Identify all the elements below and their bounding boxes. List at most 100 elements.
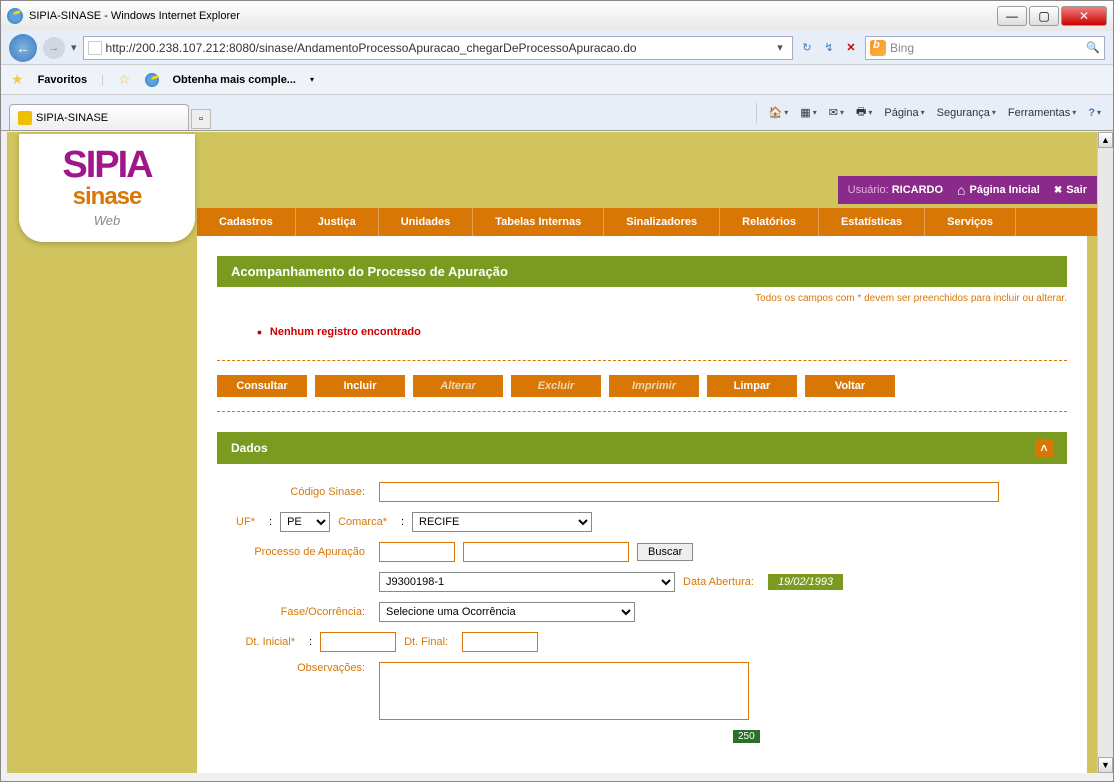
suggested-sites-link[interactable]: Obtenha mais comple...: [173, 74, 296, 86]
collapse-icon[interactable]: ˄: [1035, 439, 1053, 457]
maximize-button[interactable]: ▢: [1029, 6, 1059, 26]
processo-label: Processo de Apuração: [231, 546, 371, 558]
refresh-button[interactable]: ↻: [799, 40, 815, 56]
logo-line2: sinase: [73, 183, 142, 211]
processo-input-1[interactable]: [379, 542, 455, 562]
fase-select[interactable]: Selecione uma Ocorrência: [379, 602, 635, 622]
buscar-button[interactable]: Buscar: [637, 543, 693, 561]
dt-final-input[interactable]: [462, 632, 538, 652]
menu-justica[interactable]: Justiça: [296, 208, 379, 236]
codigo-input[interactable]: [379, 482, 999, 502]
window-titlebar: SIPIA-SINASE - Windows Internet Explorer…: [1, 1, 1113, 31]
page-title: Acompanhamento do Processo de Apuração: [217, 256, 1067, 287]
uf-label: UF: [231, 516, 261, 528]
favorites-star-icon[interactable]: ★: [11, 71, 24, 88]
tab-title: SIPIA-SINASE: [36, 112, 108, 124]
tools-tool[interactable]: Ferramentas▾: [1004, 107, 1080, 119]
form-body: Código Sinase: UF: PE Comarca: RECIFE Pr…: [217, 464, 1067, 761]
mail-tool[interactable]: ✉▾: [825, 106, 848, 119]
limpar-button[interactable]: Limpar: [707, 375, 797, 397]
window-title: SIPIA-SINASE - Windows Internet Explorer: [29, 10, 240, 22]
logo-line3: Web: [94, 213, 121, 228]
scroll-up-button[interactable]: ▲: [1098, 132, 1113, 148]
search-engine-label: Bing: [890, 41, 914, 55]
search-button[interactable]: 🔍: [1086, 41, 1100, 54]
menu-estatisticas[interactable]: Estatísticas: [819, 208, 925, 236]
suggested-star-icon: ☆: [118, 71, 131, 88]
user-name: RICARDO: [892, 184, 943, 196]
data-abertura-label: Data Abertura:: [683, 576, 760, 588]
dt-inicial-label: Dt. Inicial: [231, 636, 301, 648]
consultar-button[interactable]: Consultar: [217, 375, 307, 397]
scroll-down-button[interactable]: ▼: [1098, 757, 1113, 773]
bing-icon: [870, 40, 886, 56]
user-label: Usuário:: [848, 184, 889, 196]
new-tab-button[interactable]: ▫: [191, 109, 211, 129]
suggested-ie-icon: [145, 73, 159, 87]
browser-tab[interactable]: SIPIA-SINASE: [9, 104, 189, 130]
close-button[interactable]: ✕: [1061, 6, 1107, 26]
compat-button[interactable]: ↯: [821, 40, 837, 56]
imprimir-button[interactable]: Imprimir: [609, 375, 699, 397]
stop-button[interactable]: ✕: [843, 40, 859, 56]
nav-bar: ← → ▾ ▾ ↻ ↯ ✕ Bing 🔍: [1, 31, 1113, 65]
voltar-button[interactable]: Voltar: [805, 375, 895, 397]
forward-button[interactable]: →: [43, 37, 65, 59]
home-tool[interactable]: 🏠▾: [765, 106, 793, 119]
section-title: Dados: [231, 441, 268, 455]
minimize-button[interactable]: —: [997, 6, 1027, 26]
exit-link[interactable]: Sair: [1054, 184, 1087, 196]
error-message: Nenhum registro encontrado: [257, 324, 1067, 340]
excluir-button[interactable]: Excluir: [511, 375, 601, 397]
app-logo: SIPIA sinase Web: [19, 134, 195, 242]
section-header: Dados ˄: [217, 432, 1067, 464]
nav-dropdown-icon[interactable]: ▾: [71, 41, 77, 54]
help-icon: ?: [1088, 107, 1095, 119]
data-abertura-value: 19/02/1993: [768, 574, 843, 590]
search-bar: Bing 🔍: [865, 36, 1105, 60]
feeds-tool[interactable]: ▦▾: [796, 106, 820, 119]
help-tool[interactable]: ?▾: [1084, 107, 1105, 119]
rss-icon: ▦: [800, 106, 810, 119]
comarca-select[interactable]: RECIFE: [412, 512, 592, 532]
required-note: Todos os campos com * devem ser preenchi…: [217, 293, 1067, 304]
page-tool[interactable]: Página▾: [880, 107, 928, 119]
dt-inicial-input[interactable]: [320, 632, 396, 652]
security-tool[interactable]: Segurança▾: [933, 107, 1000, 119]
obs-textarea[interactable]: [379, 662, 749, 720]
tab-bar: SIPIA-SINASE ▫ 🏠▾ ▦▾ ✉▾ 🖶▾ Página▾ Segur…: [1, 95, 1113, 131]
main-menu: Cadastros Justiça Unidades Tabelas Inter…: [197, 208, 1097, 236]
menu-servicos[interactable]: Serviços: [925, 208, 1016, 236]
user-bar: Usuário: RICARDO Página Inicial Sair: [838, 176, 1097, 204]
menu-unidades[interactable]: Unidades: [379, 208, 474, 236]
menu-tabelas[interactable]: Tabelas Internas: [473, 208, 604, 236]
button-bar: Consultar Incluir Alterar Excluir Imprim…: [217, 375, 1067, 397]
uf-select[interactable]: PE: [280, 512, 330, 532]
home-link[interactable]: Página Inicial: [957, 182, 1040, 198]
menu-cadastros[interactable]: Cadastros: [197, 208, 296, 236]
print-tool[interactable]: 🖶▾: [852, 103, 876, 122]
codigo-label: Código Sinase:: [231, 486, 371, 498]
tab-favicon: [18, 111, 32, 125]
back-button[interactable]: ←: [9, 34, 37, 62]
comarca-label: Comarca: [338, 516, 393, 528]
divider: [217, 411, 1067, 412]
mail-icon: ✉: [829, 106, 838, 119]
page-icon: [88, 41, 102, 55]
processo-input-2[interactable]: [463, 542, 629, 562]
menu-relatorios[interactable]: Relatórios: [720, 208, 819, 236]
url-input[interactable]: [106, 41, 768, 55]
favorites-bar: ★ Favoritos | ☆ Obtenha mais comple... ▾: [1, 65, 1113, 95]
menu-sinalizadores[interactable]: Sinalizadores: [604, 208, 720, 236]
fase-label: Fase/Ocorrência:: [231, 606, 371, 618]
processo-select[interactable]: J9300198-1: [379, 572, 675, 592]
favorites-label[interactable]: Favoritos: [38, 74, 88, 86]
vertical-scrollbar[interactable]: ▲ ▼: [1097, 132, 1113, 773]
obs-label: Observações:: [231, 662, 371, 674]
alterar-button[interactable]: Alterar: [413, 375, 503, 397]
ie-logo-icon: [7, 8, 23, 24]
addr-dropdown-icon[interactable]: ▾: [772, 40, 788, 56]
incluir-button[interactable]: Incluir: [315, 375, 405, 397]
divider: [217, 360, 1067, 361]
app-viewport: SIPIA sinase Web Usuário: RICARDO Página…: [7, 132, 1097, 773]
